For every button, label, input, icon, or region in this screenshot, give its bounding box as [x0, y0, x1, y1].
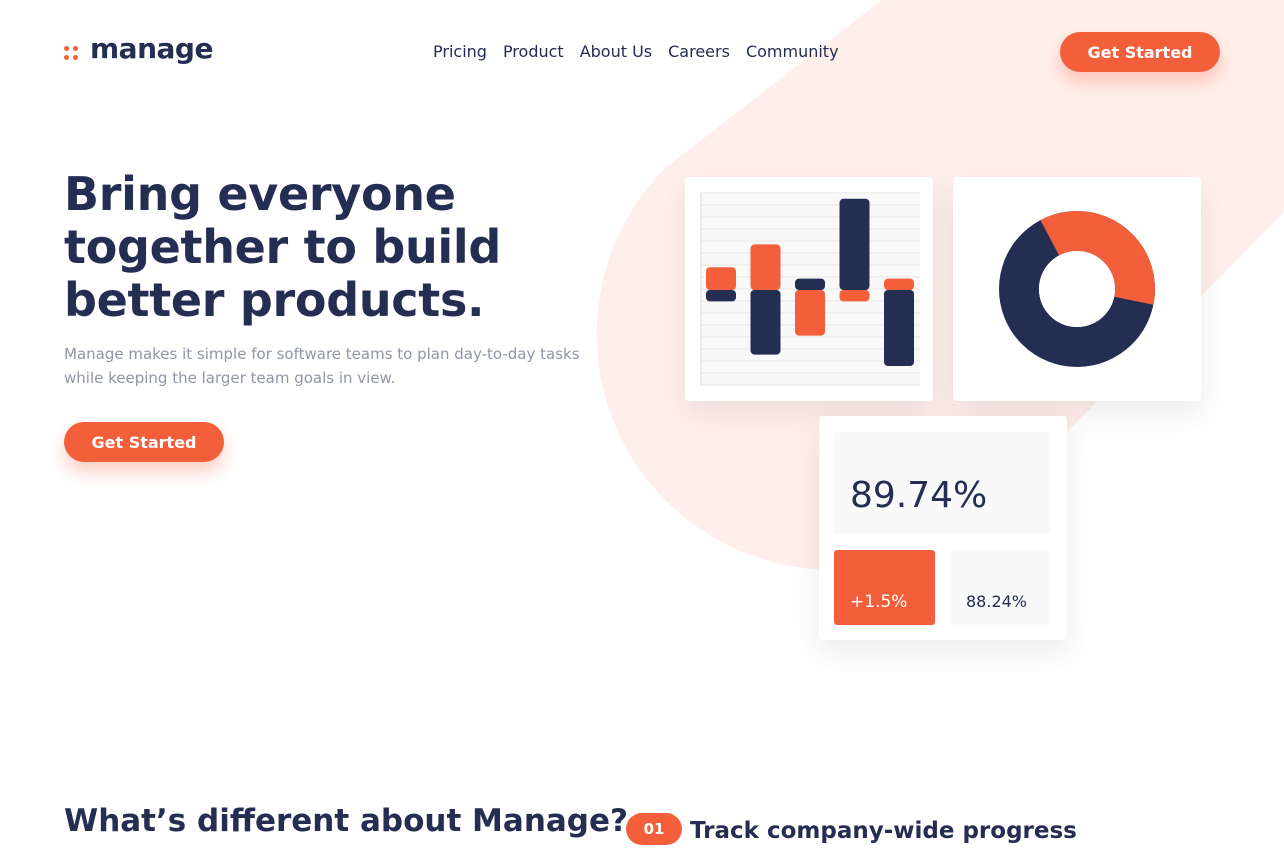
bar-chart-graphic [700, 192, 920, 386]
nav-link-product[interactable]: Product [503, 42, 564, 62]
donut-hole [1039, 251, 1115, 327]
hero-title-line: Bring everyone [64, 167, 456, 221]
section-title: What’s different about Manage? [64, 803, 629, 839]
hero-subtitle-line: Manage makes it simple for software team… [64, 345, 580, 363]
chart-bar-down [750, 290, 781, 355]
main-nav: Pricing Product About Us Careers Communi… [433, 42, 839, 62]
hero-title-line: together to build [64, 220, 501, 274]
nav-link-pricing[interactable]: Pricing [433, 42, 487, 62]
donut-chart-graphic [999, 211, 1155, 367]
chart-bar-cap [884, 278, 914, 290]
nav-link-careers[interactable]: Careers [668, 42, 730, 62]
chart-bar-cap [795, 278, 825, 290]
feature-title: Track company-wide progress [690, 818, 1077, 844]
nav-link-about-us[interactable]: About Us [580, 42, 652, 62]
stat-secondary-tile: 88.24% [950, 550, 1051, 625]
stats-card: 89.74% +1.5% 88.24% [819, 416, 1067, 640]
logo-text: manage [90, 32, 213, 65]
feature-number-badge: 01 [626, 813, 682, 845]
hero-subtitle: Manage makes it simple for software team… [64, 342, 624, 390]
hero-subtitle-line: while keeping the larger team goals in v… [64, 369, 396, 387]
stat-change-value: +1.5% [850, 592, 908, 612]
hero-title-line: better products. [64, 273, 485, 327]
bar-chart-card [685, 177, 933, 401]
chart-bar-up [750, 244, 781, 290]
chart-bar-up [839, 198, 870, 290]
chart-bar-cap [839, 290, 870, 302]
header-get-started-button[interactable]: Get Started [1060, 32, 1220, 72]
stat-change-tile: +1.5% [834, 550, 935, 625]
chart-bar-down [884, 290, 914, 366]
hero-get-started-button[interactable]: Get Started [64, 422, 224, 462]
chart-bar-up [706, 267, 736, 290]
chart-bar-cap [706, 290, 736, 302]
stat-main-tile: 89.74% [834, 432, 1051, 534]
stat-main-value: 89.74% [850, 475, 988, 516]
logo[interactable]: manage [64, 34, 213, 64]
chart-bar-down [795, 290, 825, 336]
hero-title: Bring everyone together to build better … [64, 168, 624, 327]
donut-chart-card [953, 177, 1201, 401]
logo-dots-icon [64, 41, 80, 60]
nav-link-community[interactable]: Community [746, 42, 839, 62]
stat-secondary-value: 88.24% [966, 592, 1028, 611]
